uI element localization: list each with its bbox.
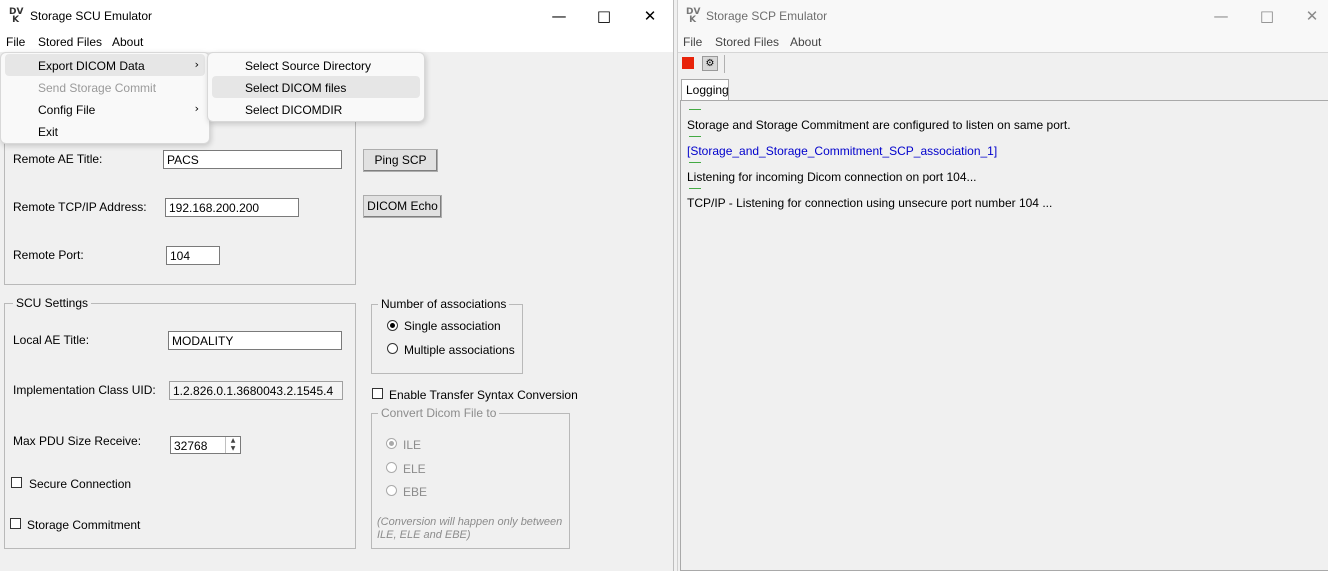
associations-group: Number of associations — [371, 297, 523, 374]
remote-port-label: Remote Port: — [13, 248, 84, 262]
secure-connection-checkbox[interactable] — [11, 477, 22, 488]
ping-scp-button[interactable]: Ping SCP — [363, 149, 438, 172]
remote-port-input[interactable]: 104 — [166, 246, 220, 265]
scp-menubar: File Stored Files About — [678, 32, 1328, 52]
toolbar-separator — [724, 55, 725, 73]
remote-ae-title-input[interactable]: PACS — [163, 150, 342, 169]
ebe-radio[interactable] — [386, 485, 397, 496]
max-pdu-label: Max PDU Size Receive: — [13, 434, 142, 448]
local-ae-title-input[interactable]: MODALITY — [168, 331, 342, 350]
convert-dicom-group-label: Convert Dicom File to — [378, 406, 500, 420]
local-ae-title-label: Local AE Title: — [13, 333, 90, 347]
ebe-label: EBE — [403, 485, 428, 499]
log-line-association: [Storage_and_Storage_Commitment_SCP_asso… — [687, 144, 998, 158]
toolbar-divider — [678, 52, 1328, 53]
menu-item-select-source-directory[interactable]: Select Source Directory — [212, 54, 420, 76]
chevron-right-icon: › — [194, 102, 199, 115]
enable-conversion-label: Enable Transfer Syntax Conversion — [389, 388, 578, 402]
menu-item-send-storage-commit: Send Storage Commit — [38, 81, 157, 95]
conversion-note: (Conversion will happen only between ILE… — [377, 516, 563, 541]
storage-commitment-label: Storage Commitment — [27, 518, 141, 532]
menu-stored-files[interactable]: Stored Files — [715, 35, 779, 49]
file-menu-dropdown: Export DICOM Data › Send Storage Commit … — [0, 52, 210, 144]
menu-stored-files[interactable]: Stored Files — [38, 35, 102, 49]
impl-class-uid-field: 1.2.826.0.1.3680043.2.1545.4 — [169, 381, 343, 400]
associations-group-label: Number of associations — [378, 297, 510, 311]
menu-about[interactable]: About — [790, 35, 821, 49]
menu-about[interactable]: About — [112, 35, 143, 49]
scp-window: DV K Storage SCP Emulator — □ ✕ File Sto… — [677, 0, 1328, 571]
log-line: Listening for incoming Dicom connection … — [687, 170, 977, 184]
ile-label: ILE — [403, 438, 422, 452]
scp-window-title: Storage SCP Emulator — [706, 9, 828, 23]
max-pdu-stepper[interactable]: 32768 ▲ ▼ — [170, 436, 241, 454]
scu-titlebar[interactable]: DV K Storage SCU Emulator — □ ✕ — [0, 0, 673, 32]
scu-settings-group-label: SCU Settings — [13, 296, 92, 310]
max-pdu-value: 32768 — [174, 439, 208, 453]
app-logo-icon: DV K — [9, 7, 24, 25]
close-icon[interactable]: ✕ — [1299, 6, 1325, 26]
remote-ip-input[interactable]: 192.168.200.200 — [165, 198, 299, 217]
storage-commitment-checkbox[interactable] — [10, 518, 21, 529]
impl-class-uid-label: Implementation Class UID: — [13, 383, 156, 397]
single-association-label: Single association — [404, 319, 501, 333]
chevron-right-icon: › — [194, 58, 199, 71]
multiple-associations-label: Multiple associations — [404, 343, 515, 357]
multiple-associations-radio[interactable] — [387, 343, 398, 354]
log-marker — [689, 188, 701, 189]
close-icon[interactable]: ✕ — [637, 6, 663, 26]
scu-menubar: File Stored Files About — [0, 32, 673, 52]
log-marker — [689, 136, 701, 137]
minimize-icon[interactable]: — — [1208, 6, 1234, 26]
remote-ae-title-label: Remote AE Title: — [13, 152, 103, 166]
menu-item-export-dicom-data[interactable]: Export DICOM Data › — [5, 54, 205, 76]
export-submenu: Select Source Directory Select DICOM fil… — [207, 52, 425, 122]
tab-logging[interactable]: Logging — [681, 79, 729, 100]
enable-conversion-checkbox[interactable] — [372, 388, 383, 399]
menu-item-select-dicomdir[interactable]: Select DICOMDIR — [212, 98, 420, 120]
scu-window-title: Storage SCU Emulator — [30, 9, 153, 23]
log-line: TCP/IP - Listening for connection using … — [687, 196, 1053, 210]
log-line: Storage and Storage Commitment are confi… — [687, 118, 1071, 132]
logging-panel: Storage and Storage Commitment are confi… — [680, 100, 1328, 571]
menu-item-exit[interactable]: Exit — [5, 120, 205, 142]
menu-item-config-file[interactable]: Config File › — [5, 98, 205, 120]
menu-file[interactable]: File — [683, 35, 702, 49]
log-marker — [689, 109, 701, 110]
dicom-echo-button[interactable]: DICOM Echo — [363, 195, 442, 218]
menu-file[interactable]: File — [6, 35, 25, 49]
settings-icon[interactable]: ⚙ — [702, 56, 718, 71]
scu-window: DV K Storage SCU Emulator — □ ✕ File Sto… — [0, 0, 674, 571]
single-association-radio[interactable] — [387, 320, 398, 331]
menu-item-select-dicom-files[interactable]: Select DICOM files — [212, 76, 420, 98]
maximize-icon[interactable]: □ — [591, 6, 617, 26]
ele-radio[interactable] — [386, 462, 397, 473]
minimize-icon[interactable]: — — [546, 6, 572, 26]
stepper-arrows-icon[interactable]: ▲ ▼ — [225, 437, 240, 453]
maximize-icon[interactable]: □ — [1254, 6, 1280, 26]
scp-titlebar[interactable]: DV K Storage SCP Emulator — □ ✕ — [678, 0, 1328, 32]
app-logo-icon: DV K — [686, 7, 701, 25]
log-marker — [689, 162, 701, 163]
stop-icon[interactable] — [682, 57, 694, 69]
remote-ip-label: Remote TCP/IP Address: — [13, 200, 147, 214]
ele-label: ELE — [403, 462, 426, 476]
ile-radio[interactable] — [386, 438, 397, 449]
secure-connection-label: Secure Connection — [29, 477, 132, 491]
